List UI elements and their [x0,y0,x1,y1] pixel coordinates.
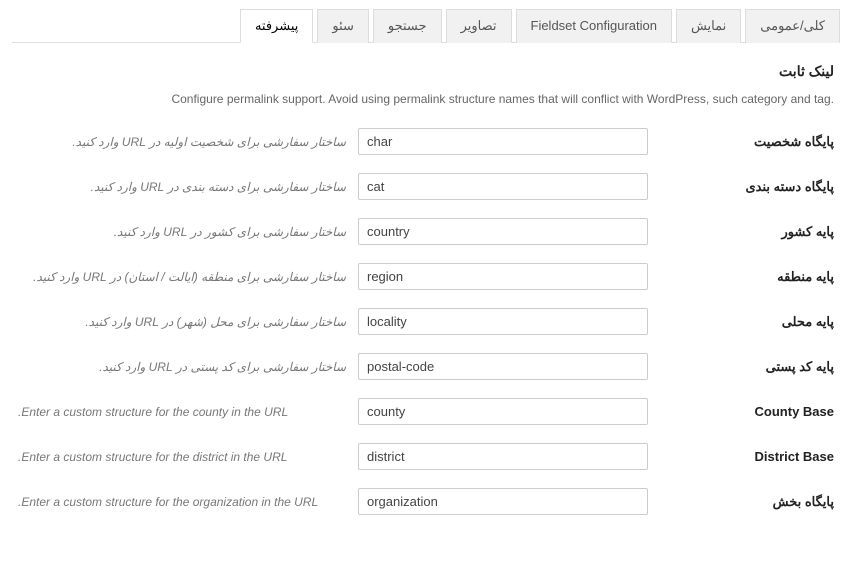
field-label: پایگاه شخصیت [664,134,834,150]
field-input[interactable] [358,443,648,470]
field-input-wrap: .Enter a custom structure for the organi… [18,488,648,515]
tab-5[interactable]: سئو [317,9,369,43]
tab-1[interactable]: نمایش [676,9,741,43]
tab-0[interactable]: کلی/عمومی [745,9,840,43]
field-label: پایه کد پستی [664,359,834,375]
form-row: پایگاه دسته بندی ساختار سفارشی برای دسته … [12,173,840,200]
section-description: .Configure permalink support. Avoid usin… [12,92,840,106]
field-input-wrap: ساختار سفارشی برای کشور در URL وارد کنید… [18,218,648,245]
field-label: پایگاه دسته بندی [664,179,834,195]
field-input-wrap: .Enter a custom structure for the distri… [18,443,648,470]
field-input[interactable] [358,353,648,380]
field-input[interactable] [358,398,648,425]
field-label: پایه کشور [664,224,834,240]
form-row: County Base .Enter a custom structure for… [12,398,840,425]
field-hint: .Enter a custom structure for the county… [18,405,346,419]
field-input[interactable] [358,488,648,515]
section-title: لینک ثابت [12,63,840,80]
form-row: پایه کشور ساختار سفارشی برای کشور در URL … [12,218,840,245]
tab-4[interactable]: جستجو [373,9,442,43]
field-hint: ساختار سفارشی برای محل (شهر) در URL وارد… [18,315,346,329]
field-input-wrap: ساختار سفارشی برای شخصیت اولیه در URL وا… [18,128,648,155]
form-row: پایه محلی ساختار سفارشی برای محل (شهر) در… [12,308,840,335]
field-hint: ساختار سفارشی برای شخصیت اولیه در URL وا… [18,135,346,149]
form-row: پایه منطقه ساختار سفارشی برای منطقه (ایال… [12,263,840,290]
field-input-wrap: ساختار سفارشی برای کد پستی در URL وارد ک… [18,353,648,380]
field-input-wrap: .Enter a custom structure for the county… [18,398,648,425]
tab-2[interactable]: Fieldset Configuration [516,9,672,43]
field-input-wrap: ساختار سفارشی برای محل (شهر) در URL وارد… [18,308,648,335]
field-label: County Base [664,404,834,419]
field-input[interactable] [358,128,648,155]
field-hint: ساختار سفارشی برای کد پستی در URL وارد ک… [18,360,346,374]
field-input-wrap: ساختار سفارشی برای دسته بندی در URL وارد… [18,173,648,200]
field-hint: ساختار سفارشی برای منطقه (ایالت / استان)… [18,270,346,284]
field-label: پایگاه بخش [664,494,834,510]
field-input[interactable] [358,173,648,200]
tab-3[interactable]: تصاویر [446,9,512,43]
form-row: پایگاه بخش .Enter a custom structure for … [12,488,840,515]
field-label: پایه منطقه [664,269,834,285]
field-hint: ساختار سفارشی برای کشور در URL وارد کنید… [18,225,346,239]
field-label: District Base [664,449,834,464]
form-row: پایگاه شخصیت ساختار سفارشی برای شخصیت اول… [12,128,840,155]
field-hint: .Enter a custom structure for the organi… [18,495,346,509]
field-input[interactable] [358,263,648,290]
form-fields: پایگاه شخصیت ساختار سفارشی برای شخصیت اول… [12,128,840,515]
field-hint: ساختار سفارشی برای دسته بندی در URL وارد… [18,180,346,194]
field-input-wrap: ساختار سفارشی برای منطقه (ایالت / استان)… [18,263,648,290]
form-row: District Base .Enter a custom structure f… [12,443,840,470]
form-row: پایه کد پستی ساختار سفارشی برای کد پستی د… [12,353,840,380]
field-input[interactable] [358,218,648,245]
tab-6[interactable]: پیشرفته [240,9,313,43]
field-input[interactable] [358,308,648,335]
field-hint: .Enter a custom structure for the distri… [18,450,346,464]
tabs-container: کلی/عمومینمایشFieldset Configurationتصاو… [12,8,840,43]
field-label: پایه محلی [664,314,834,330]
